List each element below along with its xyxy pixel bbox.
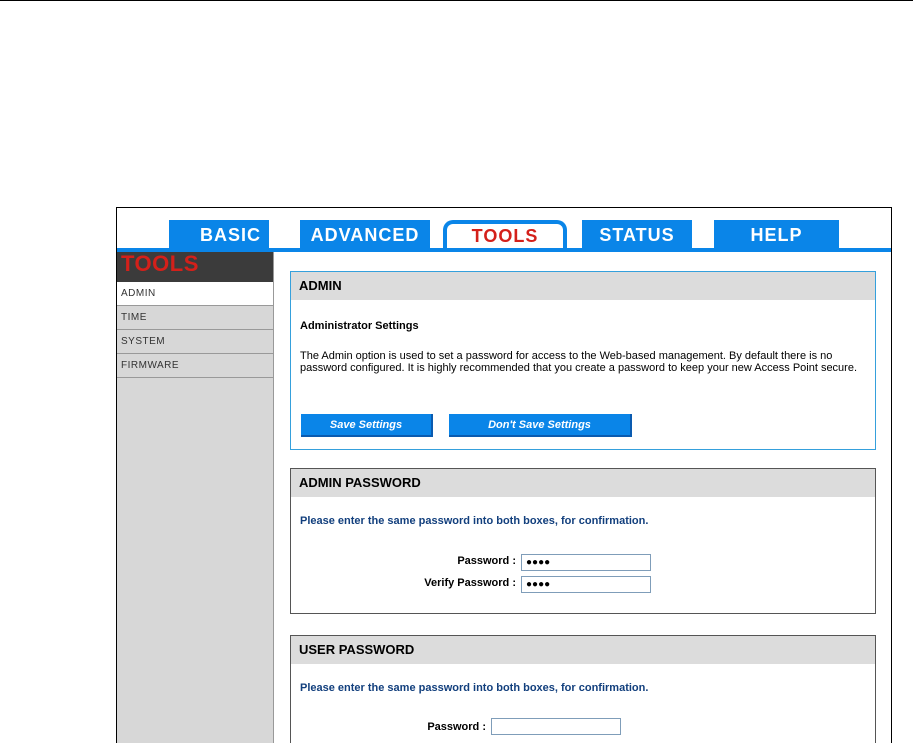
sidebar: TOOLS ADMIN TIME SYSTEM FIRMWARE <box>117 252 274 743</box>
tab-tools[interactable]: TOOLS <box>443 220 567 248</box>
sidebar-item-admin[interactable]: ADMIN <box>117 282 273 306</box>
admin-subheader: Administrator Settings <box>300 320 419 332</box>
user-password-input[interactable] <box>491 718 621 735</box>
admin-password-input[interactable]: ●●●● <box>521 554 651 571</box>
router-admin-window: BASIC ADVANCED TOOLS STATUS HELP TOOLS A… <box>116 207 892 743</box>
save-settings-button[interactable]: Save Settings <box>301 414 433 437</box>
sidebar-item-system[interactable]: SYSTEM <box>117 330 273 354</box>
tab-help[interactable]: HELP <box>714 220 839 248</box>
tab-basic[interactable]: BASIC <box>169 220 269 248</box>
sidebar-item-time[interactable]: TIME <box>117 306 273 330</box>
page-top-rule <box>0 0 913 1</box>
admin-password-header: ADMIN PASSWORD <box>291 469 875 497</box>
sidebar-title: TOOLS <box>117 252 273 282</box>
admin-panel: ADMIN Administrator Settings The Admin o… <box>290 271 876 450</box>
admin-password-panel: ADMIN PASSWORD Please enter the same pas… <box>290 468 876 614</box>
user-password-note: Please enter the same password into both… <box>300 682 649 694</box>
user-password-label: Password : <box>427 721 486 733</box>
admin-panel-header: ADMIN <box>291 272 875 300</box>
user-password-panel: USER PASSWORD Please enter the same pass… <box>290 635 876 743</box>
admin-password-note: Please enter the same password into both… <box>300 515 649 527</box>
admin-password-label: Password : <box>457 555 516 567</box>
admin-verify-password-input[interactable]: ●●●● <box>521 576 651 593</box>
tab-advanced[interactable]: ADVANCED <box>300 220 430 248</box>
tab-status[interactable]: STATUS <box>582 220 692 248</box>
top-nav: BASIC ADVANCED TOOLS STATUS HELP <box>117 208 891 252</box>
sidebar-item-firmware[interactable]: FIRMWARE <box>117 354 273 378</box>
admin-verify-password-label: Verify Password : <box>424 577 516 589</box>
admin-description: The Admin option is used to set a passwo… <box>300 350 858 374</box>
user-password-header: USER PASSWORD <box>291 636 875 664</box>
dont-save-settings-button[interactable]: Don't Save Settings <box>449 414 632 437</box>
